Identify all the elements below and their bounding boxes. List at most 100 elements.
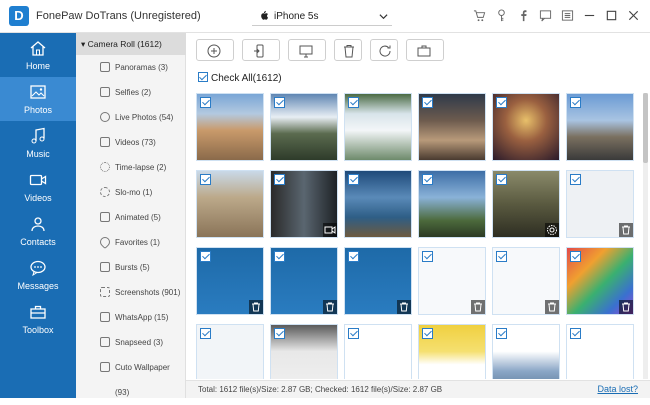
photo-thumbnail[interactable] bbox=[196, 247, 264, 315]
photo-thumbnail[interactable] bbox=[344, 170, 412, 238]
delete-badge[interactable] bbox=[397, 300, 411, 314]
add-button[interactable] bbox=[196, 39, 234, 61]
sidebar-item-videos[interactable]: Videos bbox=[0, 165, 76, 209]
delete-badge[interactable] bbox=[249, 300, 263, 314]
delete-badge[interactable] bbox=[619, 223, 633, 237]
category-item[interactable]: Slo-mo (1) bbox=[76, 180, 186, 205]
photo-checkbox[interactable] bbox=[496, 97, 507, 108]
photo-checkbox[interactable] bbox=[274, 174, 285, 185]
delete-button[interactable] bbox=[334, 39, 362, 61]
category-item[interactable]: Selfies (2) bbox=[76, 80, 186, 105]
sidebar-item-label: Home bbox=[25, 61, 50, 71]
photo-thumbnail[interactable] bbox=[270, 93, 338, 161]
delete-badge[interactable] bbox=[619, 300, 633, 314]
photo-thumbnail[interactable] bbox=[492, 93, 560, 161]
photo-checkbox[interactable] bbox=[570, 251, 581, 262]
photo-thumbnail[interactable] bbox=[566, 324, 634, 379]
category-item[interactable]: Videos (73) bbox=[76, 130, 186, 155]
photo-checkbox[interactable] bbox=[422, 174, 433, 185]
photo-thumbnail[interactable] bbox=[344, 324, 412, 379]
photo-checkbox[interactable] bbox=[570, 328, 581, 339]
sidebar-item-contacts[interactable]: Contacts bbox=[0, 209, 76, 253]
category-item[interactable]: Cuto Wallpaper (93) bbox=[76, 355, 186, 397]
photo-thumbnail[interactable] bbox=[492, 247, 560, 315]
photo-checkbox[interactable] bbox=[274, 328, 285, 339]
sidebar-item-photos[interactable]: Photos bbox=[0, 77, 76, 121]
category-item[interactable]: Panoramas (3) bbox=[76, 55, 186, 80]
chevron-down-icon[interactable] bbox=[379, 12, 388, 21]
menu-icon[interactable] bbox=[561, 9, 574, 22]
photo-checkbox[interactable] bbox=[200, 97, 211, 108]
photo-checkbox[interactable] bbox=[422, 251, 433, 262]
photo-checkbox[interactable] bbox=[422, 328, 433, 339]
photo-thumbnail[interactable] bbox=[566, 247, 634, 315]
photo-thumbnail[interactable] bbox=[418, 170, 486, 238]
photo-thumbnail[interactable] bbox=[270, 247, 338, 315]
export-to-pc-button[interactable] bbox=[288, 39, 326, 61]
sidebar-item-messages[interactable]: Messages bbox=[0, 253, 76, 297]
device-selector[interactable]: iPhone 5s bbox=[252, 8, 392, 26]
delete-badge[interactable] bbox=[545, 300, 559, 314]
refresh-button[interactable] bbox=[370, 39, 398, 61]
photo-thumbnail[interactable] bbox=[270, 170, 338, 238]
check-all-box[interactable] bbox=[198, 72, 208, 82]
photo-thumbnail[interactable] bbox=[344, 247, 412, 315]
category-item[interactable]: Snapseed (3) bbox=[76, 330, 186, 355]
photo-thumbnail[interactable] bbox=[566, 170, 634, 238]
sidebar-item-music[interactable]: Music bbox=[0, 121, 76, 165]
photo-thumbnail[interactable] bbox=[196, 93, 264, 161]
photo-checkbox[interactable] bbox=[348, 174, 359, 185]
photo-thumbnail[interactable] bbox=[270, 324, 338, 379]
scrollbar[interactable] bbox=[643, 93, 648, 379]
category-label: WhatsApp (15) bbox=[115, 313, 169, 322]
photo-thumbnail[interactable] bbox=[418, 93, 486, 161]
check-all-checkbox[interactable]: Check All(1612) bbox=[198, 72, 282, 84]
category-item[interactable]: Time-lapse (2) bbox=[76, 155, 186, 180]
photo-thumbnail[interactable] bbox=[492, 324, 560, 379]
photo-checkbox[interactable] bbox=[496, 174, 507, 185]
photo-thumbnail[interactable] bbox=[418, 324, 486, 379]
photo-checkbox[interactable] bbox=[348, 328, 359, 339]
cart-icon[interactable] bbox=[473, 9, 486, 22]
photo-thumbnail[interactable] bbox=[492, 170, 560, 238]
feedback-icon[interactable] bbox=[539, 9, 552, 22]
photo-checkbox[interactable] bbox=[570, 97, 581, 108]
toolbox-button[interactable] bbox=[406, 39, 444, 61]
photo-thumbnail[interactable] bbox=[344, 93, 412, 161]
photo-checkbox[interactable] bbox=[348, 97, 359, 108]
photo-checkbox[interactable] bbox=[496, 328, 507, 339]
delete-badge[interactable] bbox=[471, 300, 485, 314]
photo-checkbox[interactable] bbox=[348, 251, 359, 262]
photo-checkbox[interactable] bbox=[274, 251, 285, 262]
delete-badge[interactable] bbox=[323, 300, 337, 314]
photo-checkbox[interactable] bbox=[570, 174, 581, 185]
minimize-icon[interactable] bbox=[583, 9, 596, 22]
photo-checkbox[interactable] bbox=[200, 174, 211, 185]
photo-checkbox[interactable] bbox=[422, 97, 433, 108]
photo-checkbox[interactable] bbox=[496, 251, 507, 262]
scrollbar-thumb[interactable] bbox=[643, 93, 648, 163]
category-item[interactable]: Favorites (1) bbox=[76, 230, 186, 255]
photo-thumbnail[interactable] bbox=[196, 324, 264, 379]
photo-thumbnail[interactable] bbox=[196, 170, 264, 238]
close-icon[interactable] bbox=[627, 9, 640, 22]
category-label: Snapseed (3) bbox=[115, 338, 164, 347]
photo-thumbnail[interactable] bbox=[418, 247, 486, 315]
key-icon[interactable] bbox=[495, 9, 508, 22]
photo-checkbox[interactable] bbox=[274, 97, 285, 108]
category-item[interactable]: Bursts (5) bbox=[76, 255, 186, 280]
photo-checkbox[interactable] bbox=[200, 251, 211, 262]
category-item[interactable]: Screenshots (901) bbox=[76, 280, 186, 305]
photo-thumbnail[interactable] bbox=[566, 93, 634, 161]
sidebar-item-home[interactable]: Home bbox=[0, 33, 76, 77]
category-item[interactable]: Animated (5) bbox=[76, 205, 186, 230]
facebook-icon[interactable] bbox=[517, 9, 530, 22]
camera-roll-header[interactable]: ▾ Camera Roll (1612) bbox=[76, 33, 186, 55]
sidebar-item-toolbox[interactable]: Toolbox bbox=[0, 297, 76, 341]
export-to-device-button[interactable] bbox=[242, 39, 280, 61]
category-item[interactable]: Live Photos (54) bbox=[76, 105, 186, 130]
photo-checkbox[interactable] bbox=[200, 328, 211, 339]
category-item[interactable]: WhatsApp (15) bbox=[76, 305, 186, 330]
maximize-icon[interactable] bbox=[605, 9, 618, 22]
data-lost-link[interactable]: Data lost? bbox=[597, 384, 638, 394]
